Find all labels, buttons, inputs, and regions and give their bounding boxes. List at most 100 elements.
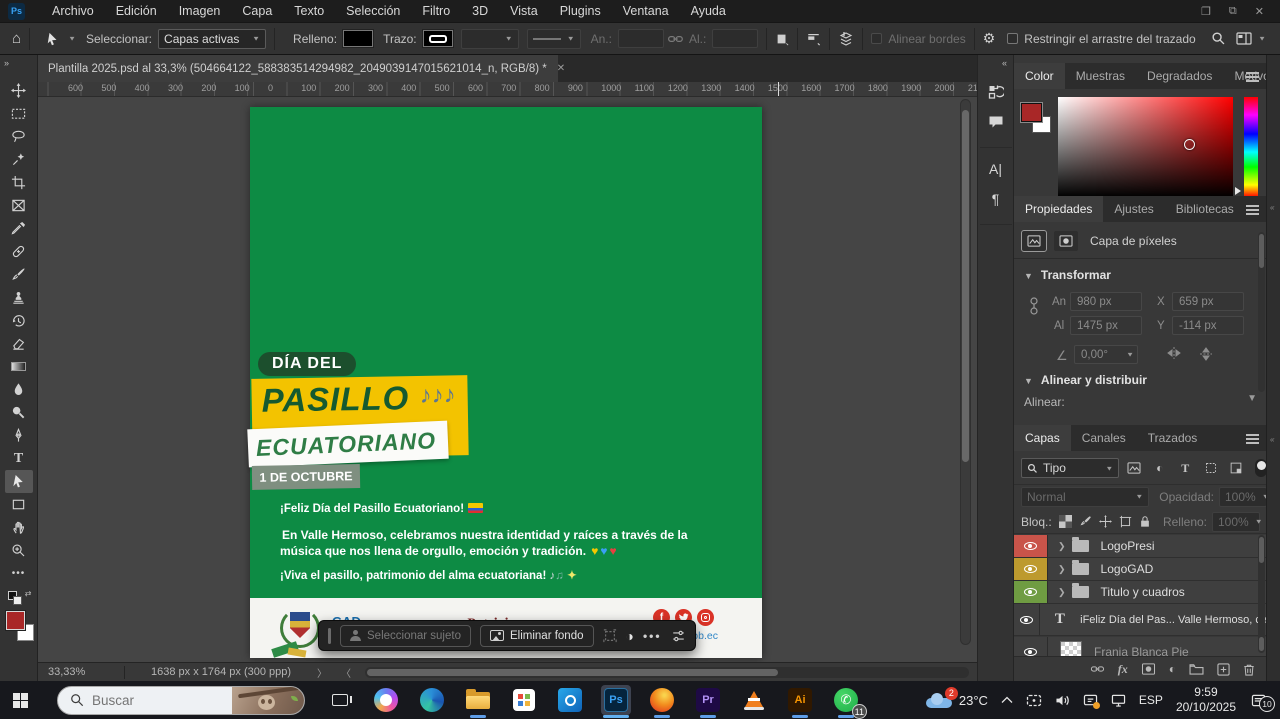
layer-row[interactable]: ❯ Titulo y cuadros (1014, 581, 1266, 604)
hue-slider-arrow[interactable] (1235, 187, 1241, 195)
close-icon[interactable]: ✕ (1255, 5, 1264, 18)
blur-tool[interactable] (5, 378, 33, 401)
workspace-chevron[interactable]: ▼ (1258, 35, 1266, 42)
visibility-toggle[interactable] (1014, 581, 1048, 603)
language-indicator[interactable]: ESP (1139, 693, 1163, 707)
align-options-chevron[interactable]: ▼ (1247, 393, 1257, 404)
visibility-toggle[interactable] (1014, 558, 1048, 580)
drag-handle[interactable] (328, 628, 331, 644)
menu-item[interactable]: Archivo (41, 0, 105, 22)
expand-dock-icon[interactable]: « (996, 55, 1013, 71)
flip-vertical-icon[interactable] (1199, 346, 1213, 362)
menu-item[interactable]: Ayuda (680, 0, 737, 22)
new-layer-icon[interactable] (1217, 663, 1230, 676)
menu-item[interactable]: Imagen (168, 0, 232, 22)
more-options-icon[interactable]: ••• (643, 629, 662, 643)
pen-tool[interactable] (5, 424, 33, 447)
tab-canales[interactable]: Canales (1071, 425, 1137, 451)
expand-group-icon[interactable]: ❯ (1058, 541, 1066, 552)
expand-icon[interactable]: « (1270, 435, 1274, 444)
pixel-layer-icon[interactable] (1022, 231, 1046, 251)
foreground-color-swatch[interactable] (1021, 103, 1042, 122)
dodge-tool[interactable] (5, 401, 33, 424)
filter-adjustment-layers-icon[interactable]: ◐ (1149, 461, 1171, 475)
menu-item[interactable]: Ventana (612, 0, 680, 22)
menu-item[interactable]: Capa (231, 0, 283, 22)
layer-name[interactable]: Titulo y cuadros (1101, 585, 1185, 599)
volume-icon[interactable] (1055, 694, 1070, 707)
panel-menu-icon[interactable] (1246, 432, 1259, 446)
tab-motivos[interactable]: Motivos (1223, 63, 1266, 89)
filter-toggle[interactable] (1255, 459, 1266, 477)
layers-scrollbar[interactable] (1258, 535, 1265, 653)
horizontal-ruler[interactable]: 6005004003002001000100200300400500600700… (38, 82, 977, 97)
lock-position-icon[interactable] (1099, 515, 1112, 528)
tab-capas[interactable]: Capas (1014, 425, 1071, 451)
menu-item[interactable]: Texto (283, 0, 335, 22)
stroke-swatch[interactable] (423, 30, 453, 47)
comment-panel-icon[interactable] (988, 107, 1004, 137)
contextual-task-bar[interactable]: Seleccionar sujeto Eliminar fondo ◑ ••• (318, 620, 696, 651)
document-tab[interactable]: Plantilla 2025.psd al 33,3% (504664122_5… (38, 55, 558, 82)
clock[interactable]: 9:59 20/10/2025 (1176, 685, 1236, 715)
select-mode-dropdown[interactable]: Capas activas▼ (158, 29, 266, 49)
file-explorer-button[interactable] (463, 685, 493, 715)
panel-menu-icon[interactable] (1246, 70, 1259, 84)
brush-tool[interactable] (5, 263, 33, 286)
poster-artwork[interactable]: DÍA DEL PASILLO ♪♪♪ ECUATORIANO 1 DE OCT… (250, 107, 762, 658)
fill-swatch[interactable] (343, 30, 373, 47)
history-panel-icon[interactable] (988, 77, 1004, 107)
ms-store-button[interactable] (509, 685, 539, 715)
remove-background-button[interactable]: Eliminar fondo (480, 625, 594, 647)
workspace-icon[interactable]: ⧉ (1229, 5, 1237, 18)
filter-smart-objects-icon[interactable] (1226, 462, 1248, 474)
clone-stamp-tool[interactable] (5, 286, 33, 309)
spot-healing-tool[interactable] (5, 240, 33, 263)
layer-filter-dropdown[interactable]: Tipo ▼ (1021, 458, 1119, 478)
layer-name[interactable]: LogoGAD (1101, 562, 1154, 576)
path-align-icon[interactable] (806, 32, 821, 46)
add-mask-icon[interactable] (1141, 663, 1156, 675)
lasso-tool[interactable] (5, 125, 33, 148)
menu-item[interactable]: Edición (105, 0, 168, 22)
workspace-switcher-icon[interactable] (1236, 32, 1252, 45)
mask-properties-icon[interactable] (1054, 231, 1078, 251)
lock-artboard-icon[interactable] (1119, 515, 1132, 528)
horizontal-scroll-thumb[interactable] (367, 669, 778, 676)
task-view-button[interactable] (325, 685, 355, 715)
history-brush-tool[interactable] (5, 309, 33, 332)
tab-degradados[interactable]: Degradados (1136, 63, 1223, 89)
vertical-scrollbar[interactable] (960, 99, 971, 645)
visibility-toggle[interactable] (1014, 535, 1048, 557)
frame-tool[interactable] (5, 194, 33, 217)
tab-color[interactable]: Color (1014, 63, 1065, 89)
object-selection-tool[interactable] (5, 148, 33, 171)
crop-tool[interactable] (5, 171, 33, 194)
gear-icon[interactable]: ⚙ (983, 30, 996, 47)
network-icon[interactable] (1111, 694, 1126, 707)
premiere-button[interactable]: Pr (693, 685, 723, 715)
edge-button[interactable] (417, 685, 447, 715)
adjustment-layer-icon[interactable]: ◐ (1169, 662, 1176, 676)
illustrator-button[interactable]: Ai (785, 685, 815, 715)
foreground-color[interactable] (6, 611, 25, 630)
zoom-tool[interactable] (5, 539, 33, 562)
align-section-header[interactable]: ▼Alinear y distribuir (1024, 373, 1147, 387)
collapse-tools-icon[interactable]: » (0, 55, 13, 71)
link-dimensions-icon[interactable] (1028, 296, 1040, 316)
layer-row[interactable]: ❯ LogoPresi (1014, 535, 1266, 558)
move-tool[interactable] (5, 79, 33, 102)
color-cursor[interactable] (1184, 139, 1195, 150)
tab-ajustes[interactable]: Ajustes (1103, 196, 1164, 222)
link-layers-icon[interactable] (1090, 664, 1105, 674)
search-highlight-image[interactable] (232, 687, 304, 715)
tab-trazados[interactable]: Trazados (1137, 425, 1209, 451)
rectangle-tool[interactable] (5, 493, 33, 516)
teams-icon[interactable] (1083, 694, 1098, 707)
lock-all-icon[interactable] (1139, 515, 1151, 528)
layer-row[interactable]: T iFeliz Día del Pas... Valle Hermoso, c… (1014, 604, 1266, 636)
color-panel-swatches[interactable] (1021, 103, 1055, 137)
expand-icon[interactable]: « (1270, 203, 1274, 212)
new-group-icon[interactable] (1189, 663, 1204, 675)
tab-propiedades[interactable]: Propiedades (1014, 196, 1103, 222)
